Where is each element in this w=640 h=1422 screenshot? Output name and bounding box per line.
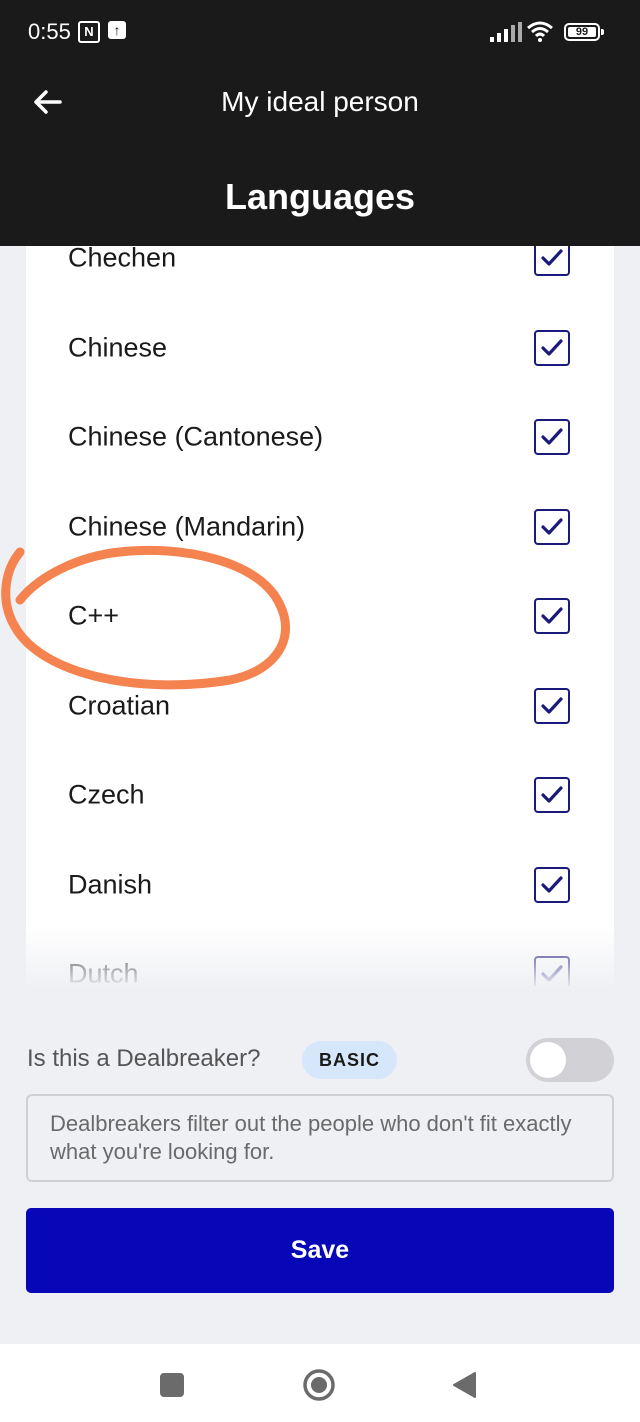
language-row[interactable]: Dutch	[26, 930, 614, 987]
page-title: Languages	[224, 176, 416, 217]
dealbreaker-label: Is this a Dealbreaker?	[27, 1045, 261, 1072]
language-checkbox[interactable]	[534, 246, 570, 276]
signal-icon	[490, 22, 522, 42]
language-checkbox[interactable]	[534, 329, 570, 366]
language-row[interactable]: Danish	[26, 840, 614, 929]
battery-level: 99	[568, 27, 596, 38]
dealbreaker-toggle[interactable]	[526, 1038, 614, 1082]
battery-icon: 99	[564, 23, 604, 41]
toggle-knob	[530, 1042, 566, 1078]
status-bar: 0:55 N ↑ 99	[0, 0, 640, 64]
language-label: Chinese (Cantonese)	[68, 421, 324, 452]
basic-badge: BASIC	[302, 1041, 398, 1079]
save-button[interactable]: Save	[26, 1208, 614, 1293]
dealbreaker-info: Dealbreakers filter out the people who d…	[26, 1094, 614, 1182]
language-row[interactable]: Chinese (Cantonese)	[26, 393, 614, 482]
language-label: Dutch	[68, 958, 139, 987]
language-checkbox[interactable]	[534, 419, 570, 455]
language-checkbox[interactable]	[534, 687, 570, 724]
home-icon[interactable]	[302, 1368, 336, 1402]
language-checkbox[interactable]	[534, 508, 570, 545]
language-row[interactable]: Chechen	[26, 246, 614, 303]
upload-icon: ↑	[108, 21, 126, 39]
wifi-icon	[527, 21, 553, 42]
app-header: 0:55 N ↑ 99 My ideal person Languages	[0, 0, 640, 246]
system-nav-bar	[0, 1344, 640, 1422]
annotation-circle	[1, 545, 291, 690]
language-label: Czech	[68, 779, 145, 810]
nav-title: My ideal person	[221, 86, 419, 117]
recent-apps-icon[interactable]	[160, 1373, 184, 1397]
status-time: 0:55	[28, 19, 71, 44]
language-checkbox[interactable]	[534, 956, 570, 986]
language-checkbox[interactable]	[534, 866, 570, 903]
language-label: Chinese (Mandarin)	[68, 511, 306, 541]
language-label: Chechen	[68, 246, 177, 273]
language-label: Chinese	[68, 332, 168, 362]
language-checkbox[interactable]	[534, 598, 570, 634]
language-row[interactable]: Chinese	[26, 303, 614, 392]
nfc-icon: N	[78, 21, 100, 43]
language-label: Danish	[68, 869, 153, 899]
language-row[interactable]: Czech	[26, 751, 614, 840]
language-checkbox[interactable]	[534, 777, 570, 813]
back-icon[interactable]	[452, 1371, 476, 1399]
